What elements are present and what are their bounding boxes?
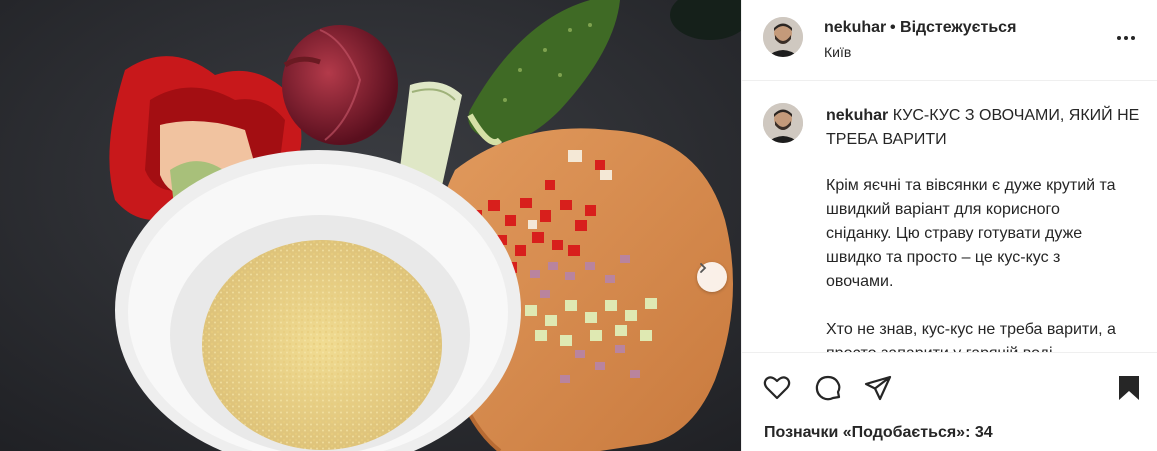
post-header: nekuhar • Відстежується Київ (742, 0, 1157, 81)
follow-status[interactable]: • Відстежується (890, 19, 1016, 37)
post-photo (0, 0, 741, 451)
red-onion-image (282, 25, 398, 145)
caption-paragraph: Крім яєчні та вівсянки є дуже крутий та … (826, 177, 1116, 290)
likes-count[interactable]: Позначки «Подобається»: 34 (764, 424, 993, 442)
avatar[interactable] (763, 17, 803, 57)
chevron-right-icon (700, 263, 707, 273)
more-options-icon (1117, 36, 1135, 40)
post-location[interactable]: Київ (824, 44, 851, 60)
caption-avatar[interactable] (763, 103, 803, 143)
avatar-image (763, 103, 803, 143)
caption-username[interactable]: nekuhar (826, 107, 888, 124)
header-username[interactable]: nekuhar (824, 19, 886, 37)
caption-heading: nekuhar КУС-КУС З ОВОЧАМИ, ЯКИЙ НЕ ТРЕБА… (826, 104, 1146, 152)
post-actions: Позначки «Подобається»: 34 (742, 352, 1157, 451)
bookmark-icon[interactable] (1114, 373, 1144, 403)
heart-icon[interactable] (762, 373, 792, 403)
post-details-panel: nekuhar • Відстежується Київ nekuhar КУС… (741, 0, 1157, 451)
share-icon[interactable] (863, 373, 893, 403)
caption-paragraph: Хто не знав, кус-кус не треба варити, а … (826, 321, 1116, 352)
avatar-image (763, 17, 803, 57)
caption-section: nekuhar КУС-КУС З ОВОЧАМИ, ЯКИЙ НЕ ТРЕБА… (742, 82, 1157, 352)
next-image-button[interactable] (697, 262, 727, 292)
post-media[interactable] (0, 0, 741, 451)
caption-body: Крім яєчні та вівсянки є дуже крутий та … (826, 174, 1122, 352)
comment-icon[interactable] (813, 373, 843, 403)
more-options-button[interactable] (1114, 28, 1138, 48)
